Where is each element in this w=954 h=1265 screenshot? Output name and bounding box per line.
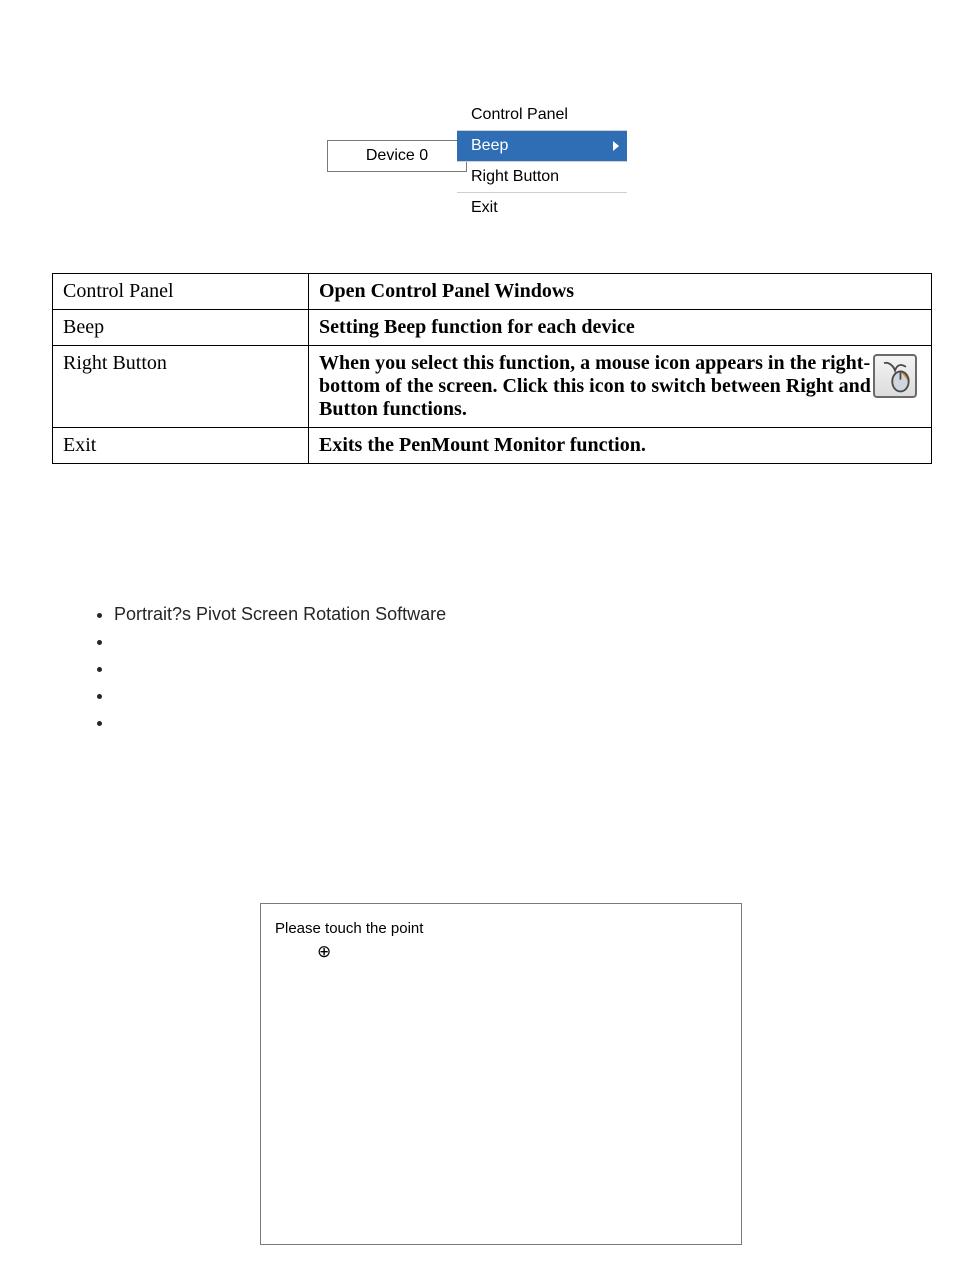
row-desc: When you select this function, a mouse i… — [309, 346, 932, 428]
table-row: Control Panel Open Control Panel Windows — [53, 274, 932, 310]
menu-item-beep[interactable]: Beep — [457, 131, 627, 162]
row-label: Beep — [53, 310, 309, 346]
row-desc-text: When you select this function, a mouse i… — [319, 352, 911, 420]
row-label: Right Button — [53, 346, 309, 428]
row-desc: Setting Beep function for each device — [309, 310, 932, 346]
menu-item-control-panel[interactable]: Control Panel — [457, 100, 627, 131]
table-row: Beep Setting Beep function for each devi… — [53, 310, 932, 346]
menu-item-exit[interactable]: Exit — [457, 193, 627, 223]
calibration-target-icon: ⊕ — [317, 942, 331, 962]
list-item: Portrait?s Pivot Screen Rotation Softwar… — [114, 604, 934, 625]
list-item — [114, 712, 934, 733]
rotation-software-list: Portrait?s Pivot Screen Rotation Softwar… — [90, 604, 934, 733]
row-label: Exit — [53, 428, 309, 464]
submenu-item-device[interactable]: Device 0 — [327, 140, 467, 172]
table-row: Right Button When you select this functi… — [53, 346, 932, 428]
submenu-arrow-icon — [613, 141, 619, 151]
calibration-prompt: Please touch the point — [275, 920, 423, 937]
menu-item-beep-label: Beep — [471, 137, 508, 154]
menu-description-table: Control Panel Open Control Panel Windows… — [52, 273, 932, 464]
calibration-screenshot: Please touch the point ⊕ — [260, 903, 742, 1245]
list-item — [114, 631, 934, 652]
list-item — [114, 685, 934, 706]
list-item — [114, 658, 934, 679]
row-desc: Open Control Panel Windows — [309, 274, 932, 310]
menu-item-right-button[interactable]: Right Button — [457, 162, 627, 193]
table-row: Exit Exits the PenMount Monitor function… — [53, 428, 932, 464]
row-desc: Exits the PenMount Monitor function. — [309, 428, 932, 464]
mouse-icon — [873, 354, 917, 398]
row-label: Control Panel — [53, 274, 309, 310]
context-menu: Device 0 Control Panel Beep Right Button… — [327, 100, 627, 223]
